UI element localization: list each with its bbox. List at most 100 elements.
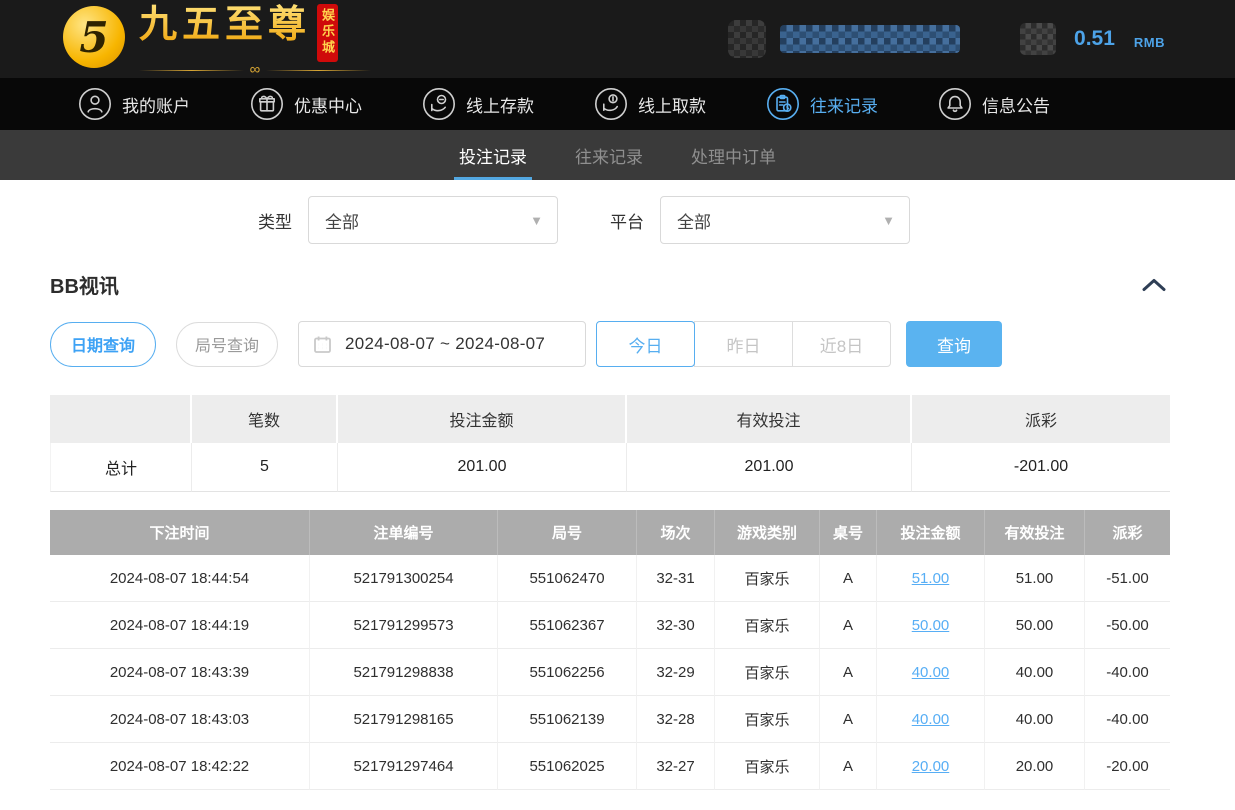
col-header: 游戏类别 (715, 510, 820, 555)
table-row: 2024-08-07 18:44:54 521791300254 5510624… (50, 555, 1170, 602)
bet-amount-link[interactable]: 50.00 (912, 617, 950, 634)
bet-time: 2024-08-07 18:43:39 (50, 649, 310, 696)
type-filter-label: 类型 (258, 208, 292, 233)
bet-time: 2024-08-07 18:44:54 (50, 555, 310, 602)
table-no: A (820, 743, 877, 790)
tab-pending-orders[interactable]: 处理中订单 (689, 130, 778, 180)
date-range-value: 2024-08-07 ~ 2024-08-07 (345, 334, 545, 354)
platform-filter-label: 平台 (610, 208, 644, 233)
deposit-icon (422, 87, 456, 121)
bet-amount-link[interactable]: 40.00 (912, 711, 950, 728)
summary-header-cell (50, 395, 192, 443)
nav-item-my-account[interactable]: 我的账户 (78, 87, 190, 121)
summary-header-row: 笔数 投注金额 有效投注 派彩 (50, 395, 1170, 443)
nav-item-announcements[interactable]: 信息公告 (938, 87, 1050, 121)
bet-amount-link[interactable]: 20.00 (912, 758, 950, 775)
round-query-button[interactable]: 局号查询 (176, 322, 278, 367)
table-header-row: 下注时间 注单编号 局号 场次 游戏类别 桌号 投注金额 有效投注 派彩 (50, 510, 1170, 555)
col-header: 桌号 (820, 510, 877, 555)
user-icon (78, 87, 112, 121)
date-query-button[interactable]: 日期查询 (50, 322, 156, 367)
game-type: 百家乐 (715, 602, 820, 649)
round-id: 551062470 (498, 555, 637, 602)
round-id: 551062025 (498, 743, 637, 790)
nav-item-promotions[interactable]: 优惠中心 (250, 87, 362, 121)
top-header: 5 九五至尊 娱乐城 ∞ 0.51 RMB (0, 0, 1235, 78)
table-no: A (820, 602, 877, 649)
session: 32-31 (637, 555, 715, 602)
nav-label: 线上存款 (466, 92, 534, 117)
bet-time: 2024-08-07 18:42:22 (50, 743, 310, 790)
payout: -40.00 (1085, 696, 1170, 743)
table-row: 2024-08-07 18:43:39 521791298838 5510622… (50, 649, 1170, 696)
last-8-days-button[interactable]: 近8日 (792, 321, 891, 367)
section-title: BB视讯 (50, 270, 119, 299)
avatar[interactable] (728, 20, 766, 58)
brand-logo-icon: 5 (63, 6, 125, 68)
bet-amount-link[interactable]: 40.00 (912, 664, 950, 681)
brand-badge: 娱乐城 (317, 4, 338, 62)
yesterday-button[interactable]: 昨日 (694, 321, 793, 367)
summary-payout: -201.00 (912, 443, 1170, 492)
withdraw-icon (594, 87, 628, 121)
summary-table: 笔数 投注金额 有效投注 派彩 总计 5 201.00 201.00 -201.… (50, 395, 1170, 492)
platform-select-value: 全部 (677, 208, 711, 233)
brand-logo[interactable]: 5 九五至尊 娱乐城 ∞ (63, 2, 371, 76)
game-type: 百家乐 (715, 696, 820, 743)
order-id: 521791298165 (310, 696, 498, 743)
subtab-bar: 投注记录 往来记录 处理中订单 (0, 130, 1235, 180)
balance-currency: RMB (1134, 29, 1165, 50)
bet-time: 2024-08-07 18:43:03 (50, 696, 310, 743)
quick-range-group: 今日 昨日 近8日 (596, 321, 891, 367)
round-id: 551062367 (498, 602, 637, 649)
type-select[interactable]: 全部 ▼ (308, 196, 558, 244)
session: 32-27 (637, 743, 715, 790)
valid-bet: 20.00 (985, 743, 1085, 790)
summary-header-cell: 有效投注 (627, 395, 912, 443)
nav-label: 优惠中心 (294, 92, 362, 117)
records-icon (766, 87, 800, 121)
col-header: 有效投注 (985, 510, 1085, 555)
summary-valid-bet: 201.00 (627, 443, 912, 492)
bell-icon (938, 87, 972, 121)
nav-item-records[interactable]: 往来记录 (766, 87, 878, 121)
bet-time: 2024-08-07 18:44:19 (50, 602, 310, 649)
round-id: 551062139 (498, 696, 637, 743)
summary-header-cell: 派彩 (912, 395, 1170, 443)
brand-flourish: ∞ (139, 64, 371, 76)
valid-bet: 40.00 (985, 696, 1085, 743)
col-header: 投注金额 (877, 510, 985, 555)
game-type: 百家乐 (715, 555, 820, 602)
col-header: 下注时间 (50, 510, 310, 555)
gift-icon (250, 87, 284, 121)
summary-total-label: 总计 (50, 443, 192, 492)
query-row: 日期查询 局号查询 2024-08-07 ~ 2024-08-07 今日 昨日 … (0, 299, 1235, 367)
brand-name: 九五至尊 (139, 2, 311, 46)
nav-item-deposit[interactable]: 线上存款 (422, 87, 534, 121)
round-id: 551062256 (498, 649, 637, 696)
tab-transaction-records[interactable]: 往来记录 (573, 130, 645, 180)
date-range-input[interactable]: 2024-08-07 ~ 2024-08-07 (298, 321, 586, 367)
table-row: 2024-08-07 18:42:22 521791297464 5510620… (50, 743, 1170, 790)
user-area: 0.51 RMB (728, 20, 1165, 58)
chevron-up-icon[interactable] (1141, 276, 1167, 294)
bet-amount-link[interactable]: 51.00 (912, 570, 950, 587)
valid-bet: 50.00 (985, 602, 1085, 649)
today-button[interactable]: 今日 (596, 321, 695, 367)
col-header: 派彩 (1085, 510, 1170, 555)
col-header: 注单编号 (310, 510, 498, 555)
tab-bet-records[interactable]: 投注记录 (457, 130, 529, 180)
summary-bet-amount: 201.00 (338, 443, 627, 492)
search-button[interactable]: 查询 (906, 321, 1002, 367)
session: 32-29 (637, 649, 715, 696)
order-id: 521791299573 (310, 602, 498, 649)
type-select-value: 全部 (325, 208, 359, 233)
table-no: A (820, 555, 877, 602)
summary-count: 5 (192, 443, 338, 492)
wallet-icon[interactable] (1020, 23, 1056, 55)
chevron-down-icon: ▼ (882, 213, 895, 228)
nav-item-withdraw[interactable]: 线上取款 (594, 87, 706, 121)
platform-select[interactable]: 全部 ▼ (660, 196, 910, 244)
col-header: 场次 (637, 510, 715, 555)
order-id: 521791300254 (310, 555, 498, 602)
